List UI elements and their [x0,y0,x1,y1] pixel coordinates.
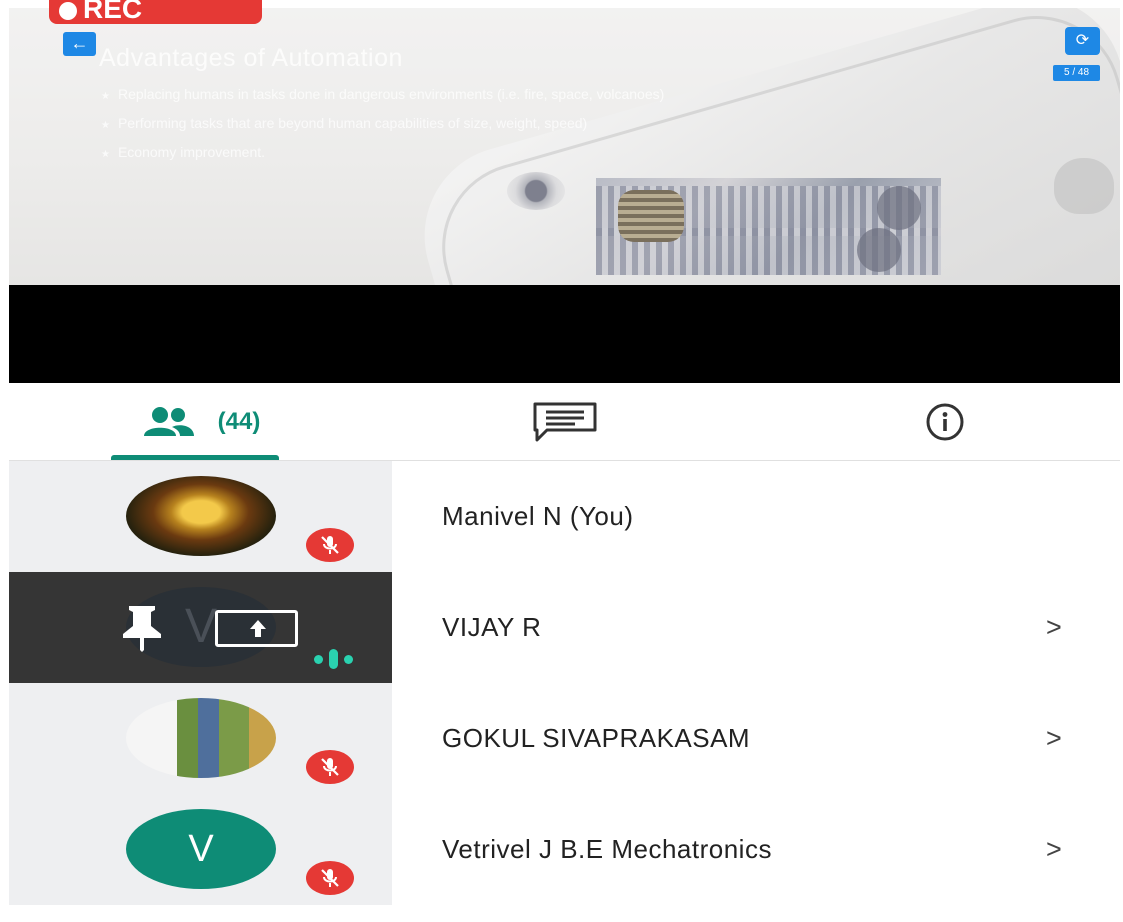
currency-image [596,178,941,275]
slide-page-indicator: 5 / 48 [1053,65,1100,81]
slide-bullet: Performing tasks that are beyond human c… [101,115,664,144]
info-icon [926,403,964,441]
slide-bullets: Replacing humans in tasks done in danger… [101,86,664,173]
recording-badge: REC [49,0,262,24]
pin-icon[interactable] [119,604,165,652]
presentation-slide: Advantages of Automation Replacing human… [9,8,1120,285]
recording-label: REC [83,0,143,24]
back-arrow-icon[interactable]: ← [63,32,96,56]
participant-row[interactable]: V Vetrivel J B.E Mechatronics > [9,794,1120,905]
participants-count: (44) [217,408,261,435]
people-icon [143,407,194,436]
tab-chat[interactable] [500,383,630,461]
slide-title: Advantages of Automation [99,44,403,72]
chat-icon [533,402,597,442]
meeting-tabs: (44) [0,383,1123,461]
mic-off-icon [306,528,354,562]
shared-screen-view[interactable]: Advantages of Automation Replacing human… [9,8,1120,383]
participant-list: Manivel N (You) V VIJAY R > GOKUL SIVAPR… [9,461,1120,905]
slide-bullet: Replacing humans in tasks done in danger… [101,86,664,115]
slide-bullet: Economy improvement. [101,144,664,173]
mic-off-icon [306,861,354,895]
avatar [126,698,276,778]
participant-name: GOKUL SIVAPRAKASAM [442,723,751,753]
record-dot-icon [59,2,77,20]
participant-name: Manivel N (You) [442,501,634,531]
tab-participants[interactable]: (44) [100,383,292,461]
participant-row[interactable]: Manivel N (You) [9,461,1120,572]
avatar: V [126,809,276,889]
tab-info[interactable] [880,383,1010,461]
screen-share-icon [215,610,298,647]
chevron-right-icon[interactable]: > [1046,572,1062,683]
participant-name: VIJAY R [442,612,542,642]
screen-rotate-icon[interactable]: ⟳ [1065,27,1100,55]
mic-off-icon [306,750,354,784]
participant-row[interactable]: V VIJAY R > [9,572,1120,683]
avatar [126,476,276,556]
speaking-indicator [314,649,353,669]
participant-name: Vetrivel J B.E Mechatronics [442,834,772,864]
coin-stack [618,190,684,242]
chevron-right-icon[interactable]: > [1046,683,1062,794]
participant-row[interactable]: GOKUL SIVAPRAKASAM > [9,683,1120,794]
chevron-right-icon[interactable]: > [1046,794,1062,905]
meeting-screen: Advantages of Automation Replacing human… [0,0,1123,922]
